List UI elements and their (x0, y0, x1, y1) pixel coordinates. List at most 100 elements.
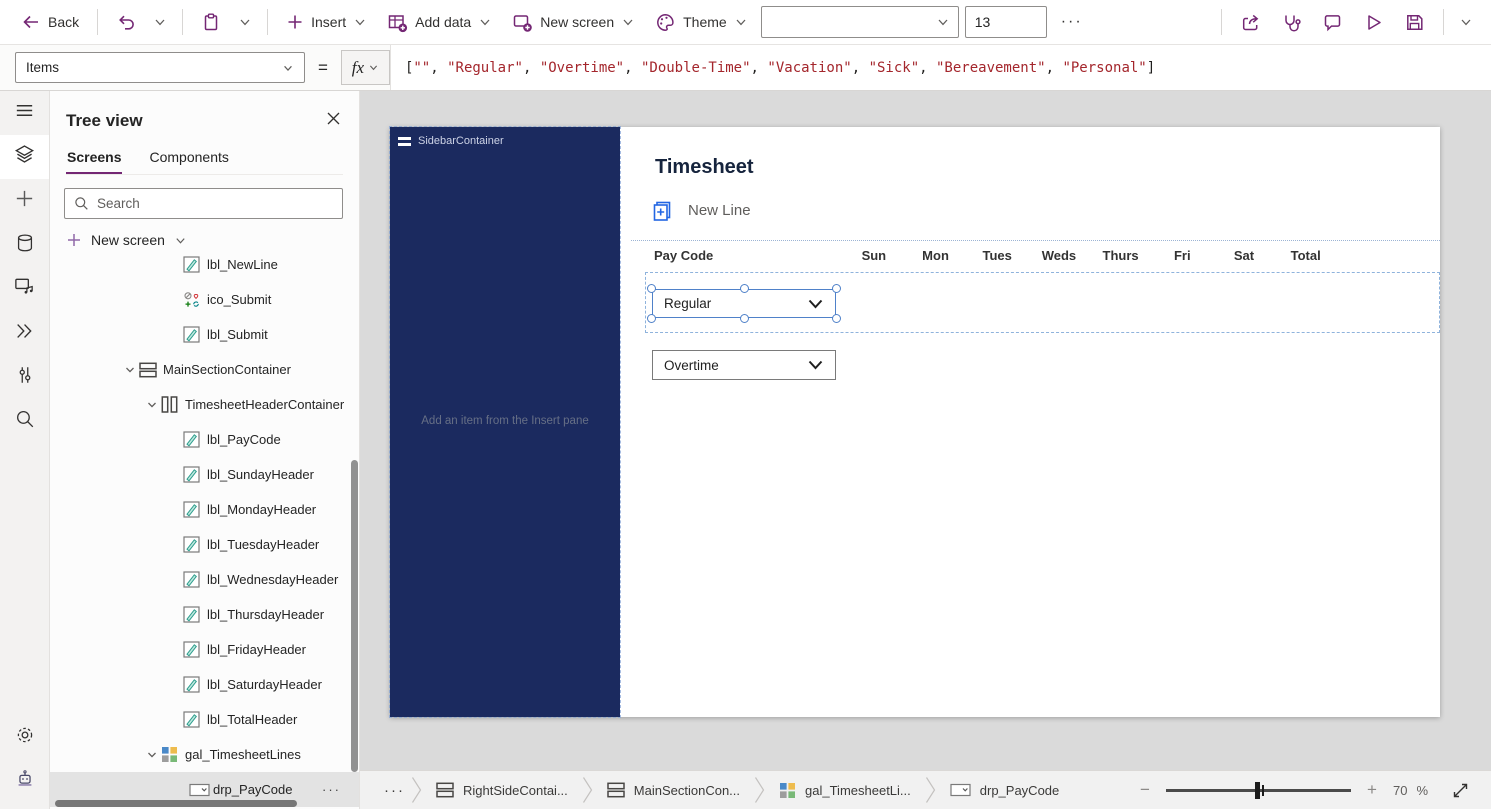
new-line-button[interactable]: New Line (651, 199, 751, 222)
label-icon (183, 711, 207, 728)
tree-search-box[interactable] (64, 188, 343, 219)
zoom-slider[interactable] (1166, 789, 1351, 792)
paste-menu-chevron[interactable] (234, 10, 256, 34)
expand-chevron-icon[interactable] (121, 364, 139, 376)
canvas-column: SidebarContainer Add an item from the In… (360, 91, 1491, 809)
tree-item-lbl_ThursdayHeader[interactable]: lbl_ThursdayHeader (50, 597, 359, 632)
artboard[interactable]: SidebarContainer Add an item from the In… (390, 127, 1440, 717)
resize-handle[interactable] (647, 314, 656, 323)
comments-button[interactable] (1315, 7, 1350, 38)
undo-menu-chevron[interactable] (149, 10, 171, 34)
multi-icon-icon (183, 291, 207, 309)
tree-item-ico_Submit[interactable]: ico_Submit (50, 282, 359, 317)
tree-item-label: lbl_WednesdayHeader (207, 572, 338, 587)
resize-handle[interactable] (832, 314, 841, 323)
new-screen-tree-button[interactable]: New screen (66, 228, 359, 252)
rail-item-media[interactable] (0, 267, 49, 311)
zoom-slider-thumb[interactable] (1255, 782, 1260, 799)
zoom-in-button[interactable]: + (1365, 780, 1379, 800)
preview-button[interactable] (1356, 7, 1391, 38)
settings-icon (14, 724, 36, 751)
new-screen-button[interactable]: New screen (505, 7, 642, 38)
tree-item-lbl_TotalHeader[interactable]: lbl_TotalHeader (50, 702, 359, 737)
tree-item-lbl_MondayHeader[interactable]: lbl_MondayHeader (50, 492, 359, 527)
breadcrumb-item-RightSideContai[interactable]: RightSideContai... (422, 771, 582, 809)
tree-item-lbl_TuesdayHeader[interactable]: lbl_TuesdayHeader (50, 527, 359, 562)
tree-item-TimesheetHeaderContainer[interactable]: TimesheetHeaderContainer (50, 387, 359, 422)
undo-button[interactable] (109, 7, 143, 37)
fx-button[interactable]: fx (341, 50, 390, 85)
property-selector[interactable]: Items (15, 52, 305, 83)
resize-handle[interactable] (740, 284, 749, 293)
tree-horizontal-scrollbar[interactable] (55, 800, 297, 807)
breadcrumb-item-MainSectionCon[interactable]: MainSectionCon... (593, 771, 754, 809)
formula-token: "Double-Time" (641, 60, 751, 76)
formula-input[interactable]: ["", "Regular", "Overtime", "Double-Time… (390, 45, 1491, 90)
fx-label: fx (352, 58, 364, 78)
close-icon[interactable] (324, 109, 343, 133)
rail-item-power-automate[interactable] (0, 311, 49, 355)
paycode-dropdown-row2[interactable]: Overtime (652, 350, 836, 380)
app-checker-button[interactable] (1274, 7, 1309, 38)
gallery-header-sat: Sat (1213, 248, 1275, 263)
font-dropdown[interactable] (761, 6, 959, 38)
tree-item-MainSectionContainer[interactable]: MainSectionContainer (50, 352, 359, 387)
tree-item-lbl_NewLine[interactable]: lbl_NewLine (50, 256, 359, 282)
paste-button[interactable] (194, 7, 228, 37)
rail-item-virtual-agent[interactable] (0, 759, 49, 803)
tab-screens[interactable]: Screens (66, 149, 122, 174)
canvas-area: SidebarContainer Add an item from the In… (360, 91, 1491, 770)
back-button[interactable]: Back (14, 7, 86, 37)
rail-item-variables[interactable] (0, 355, 49, 399)
breadcrumb-separator-icon (925, 771, 936, 809)
save-menu-chevron[interactable] (1455, 10, 1477, 34)
tree-vertical-scrollbar[interactable] (351, 460, 358, 772)
fullscreen-icon[interactable] (1452, 782, 1469, 799)
tree-item-label: lbl_FridayHeader (207, 642, 306, 657)
tree-item-more-button[interactable]: ··· (322, 782, 341, 797)
share-button[interactable] (1233, 7, 1268, 38)
tree-item-lbl_Submit[interactable]: lbl_Submit (50, 317, 359, 352)
breadcrumb-item-gal_TimesheetLi[interactable]: gal_TimesheetLi... (765, 771, 925, 809)
formula-bar: Items = fx ["", "Regular", "Overtime", "… (0, 45, 1491, 91)
rail-item-tree-view[interactable] (0, 135, 49, 179)
stethoscope-icon (1281, 12, 1302, 33)
tree-item-lbl_SundayHeader[interactable]: lbl_SundayHeader (50, 457, 359, 492)
tree-item-lbl_WednesdayHeader[interactable]: lbl_WednesdayHeader (50, 562, 359, 597)
theme-button[interactable]: Theme (648, 7, 755, 38)
rail-item-menu[interactable] (0, 91, 49, 135)
top-toolbar: Back Insert Add data (0, 0, 1491, 45)
resize-handle[interactable] (740, 314, 749, 323)
formula-token: "Overtime" (540, 60, 624, 76)
resize-handle[interactable] (832, 284, 841, 293)
main-section-container[interactable]: Timesheet New Line Pay CodeSunMonTuesWed… (620, 127, 1440, 717)
expand-chevron-icon[interactable] (143, 399, 161, 411)
save-button[interactable] (1397, 7, 1432, 38)
label-icon (183, 501, 207, 518)
sidebar-container[interactable]: SidebarContainer Add an item from the In… (390, 127, 620, 717)
toolbar-overflow-button[interactable]: ··· (1053, 11, 1091, 33)
add-data-button[interactable]: Add data (380, 7, 499, 38)
tree-item-lbl_FridayHeader[interactable]: lbl_FridayHeader (50, 632, 359, 667)
breadcrumb-item-drp_PayCode[interactable]: drp_PayCode (936, 771, 1074, 809)
expand-chevron-icon[interactable] (143, 749, 161, 761)
zoom-unit: % (1416, 783, 1428, 798)
tree-item-gal_TimesheetLines[interactable]: gal_TimesheetLines (50, 737, 359, 772)
zoom-out-button[interactable]: − (1138, 780, 1152, 800)
search-input[interactable] (97, 196, 333, 211)
font-size-input[interactable] (965, 6, 1047, 38)
tree-item-lbl_SaturdayHeader[interactable]: lbl_SaturdayHeader (50, 667, 359, 702)
insert-button[interactable]: Insert (279, 8, 374, 36)
resize-handle[interactable] (647, 284, 656, 293)
rail-item-insert[interactable] (0, 179, 49, 223)
rail-item-search[interactable] (0, 399, 49, 443)
rail-item-data[interactable] (0, 223, 49, 267)
tree-item-lbl_PayCode[interactable]: lbl_PayCode (50, 422, 359, 457)
label-icon (183, 606, 207, 623)
label-icon (183, 536, 207, 553)
paycode-dropdown-selected[interactable]: Regular (652, 289, 836, 318)
breadcrumb-overflow-button[interactable]: ··· (384, 782, 411, 799)
rail-item-settings[interactable] (0, 715, 49, 759)
tab-components[interactable]: Components (148, 149, 229, 174)
insert-label: Insert (311, 14, 346, 30)
